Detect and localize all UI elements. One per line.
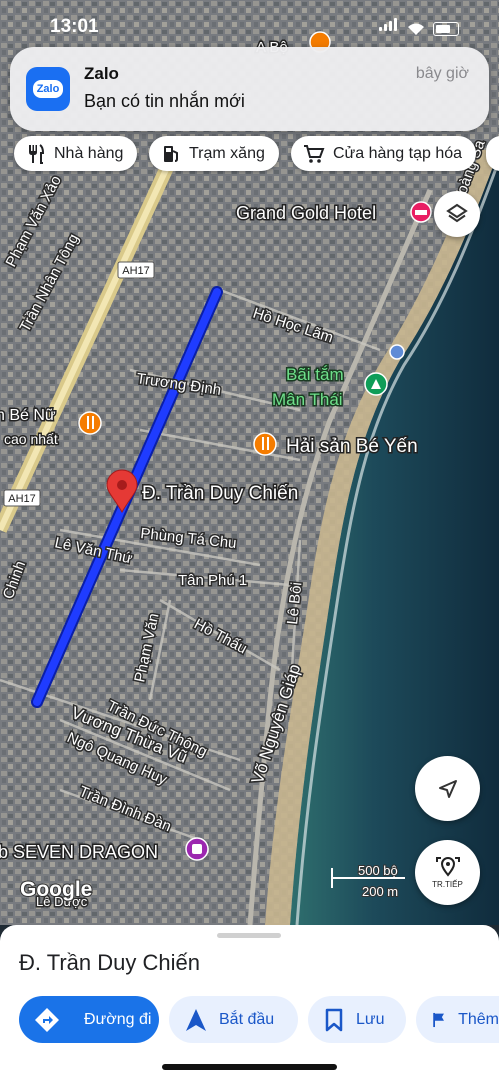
bookmark-icon — [325, 1008, 343, 1031]
home-indicator[interactable] — [162, 1064, 337, 1070]
cart-icon — [304, 144, 325, 163]
svg-text:Hải sản Bé Yến: Hải sản Bé Yến — [286, 436, 418, 457]
signal-icon — [379, 18, 399, 36]
chip-gas-stations-label: Trạm xăng — [189, 144, 265, 162]
directions-label: Đường đi — [84, 1010, 152, 1028]
chip-grocery-label: Cửa hàng tạp hóa — [333, 144, 463, 162]
flag-icon — [433, 1012, 444, 1027]
svg-text:Grand Gold Hotel: Grand Gold Hotel — [236, 203, 376, 223]
sheet-drag-handle[interactable] — [217, 933, 281, 938]
directions-icon — [35, 1007, 59, 1032]
google-logo: Google — [20, 878, 92, 901]
nearby-explore-label: TR.TIẾP — [432, 880, 463, 889]
chip-grocery[interactable]: Cửa hàng tạp hóa — [291, 136, 477, 171]
nearby-explore-button[interactable]: TR.TIẾP — [415, 840, 480, 905]
layers-button[interactable] — [434, 191, 480, 237]
start-label: Bắt đầu — [219, 1010, 275, 1028]
restaurant-icon — [29, 143, 45, 164]
restaurant-icon — [78, 411, 102, 435]
add-label-label: Thêm — [458, 1010, 499, 1028]
chip-restaurants-label: Nhà hàng — [54, 144, 124, 162]
zalo-app-icon: Zalo — [26, 67, 70, 111]
place-title: Đ. Trần Duy Chiến — [19, 950, 200, 975]
save-button[interactable]: Lưu — [308, 996, 406, 1043]
gas-station-icon — [164, 145, 178, 162]
start-button[interactable]: Bắt đầu — [169, 996, 298, 1043]
notification-banner[interactable]: Zalo Zalo Bạn có tin nhắn mới bây giờ — [10, 47, 489, 131]
status-time: 13:01 — [50, 16, 99, 37]
label-tan-phu-1: Tân Phú 1 — [178, 572, 247, 589]
location-arrow-icon — [438, 779, 457, 798]
directions-button[interactable]: Đường đi — [19, 996, 159, 1043]
save-label: Lưu — [356, 1010, 385, 1028]
svg-text:AH17: AH17 — [8, 493, 36, 505]
svg-text:b SEVEN DRAGON: b SEVEN DRAGON — [0, 842, 158, 862]
wifi-icon — [408, 23, 424, 35]
svg-text:cao nhất: cao nhất — [4, 431, 58, 447]
bus-stop-icon — [389, 344, 405, 360]
svg-text:AH17: AH17 — [122, 265, 150, 277]
battery-icon — [433, 22, 459, 36]
svg-text:Mân Thái: Mân Thái — [272, 390, 343, 409]
restaurant-icon — [253, 432, 277, 456]
pin-search-icon — [435, 857, 460, 877]
add-label-button[interactable]: Thêm — [416, 996, 499, 1043]
status-bar: 13:01 — [0, 0, 499, 46]
place-bottom-sheet[interactable]: Đ. Trần Duy Chiến Đường đi Bắt đầu Lưu T… — [0, 925, 499, 1080]
my-location-button[interactable] — [415, 756, 480, 821]
svg-text:500 bộ: 500 bộ — [358, 863, 398, 878]
navigation-arrow-icon — [186, 1008, 206, 1031]
svg-text:Bãi tắm: Bãi tắm — [286, 365, 344, 384]
ah17-shield-top: AH17 — [117, 261, 155, 279]
selected-street-label: Đ. Trần Duy Chiến — [142, 483, 298, 504]
svg-text:200 m: 200 m — [362, 884, 398, 899]
chip-restaurants[interactable]: Nhà hàng — [14, 136, 138, 171]
layers-icon — [446, 203, 468, 223]
notification-message: Bạn có tin nhắn mới — [84, 91, 245, 111]
chip-gas-stations[interactable]: Trạm xăng — [149, 136, 279, 171]
ah17-shield-left: AH17 — [3, 489, 41, 507]
svg-text:n Bé Nữ: n Bé Nữ — [0, 407, 56, 424]
notification-app-name: Zalo — [84, 64, 119, 83]
notification-time: bây giờ — [415, 65, 469, 82]
